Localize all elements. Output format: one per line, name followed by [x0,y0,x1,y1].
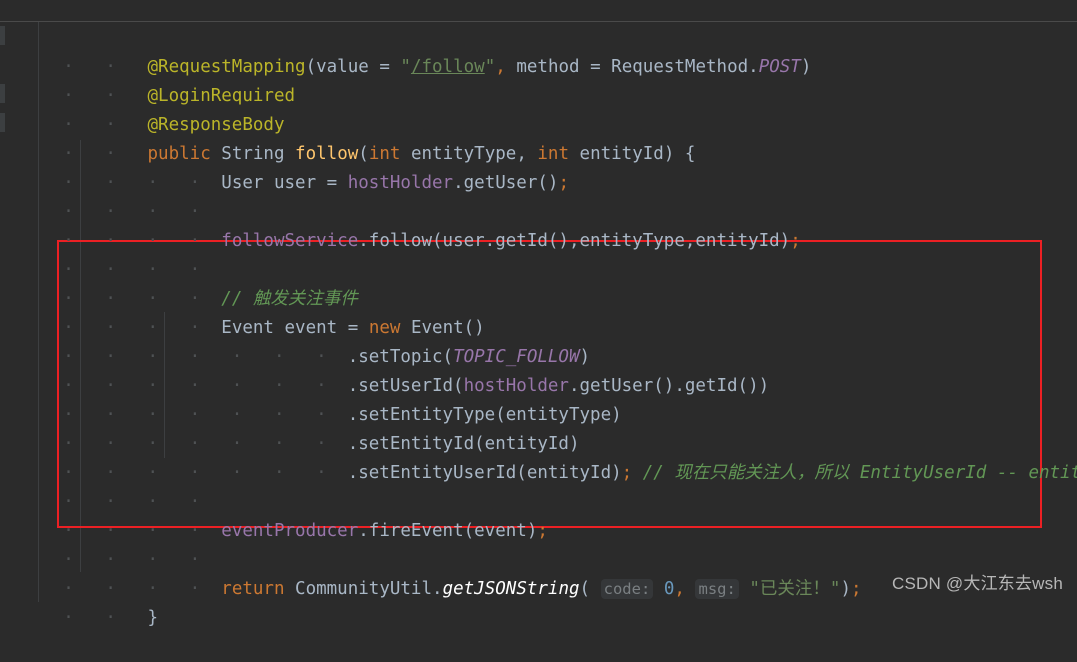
quote-close: " [484,57,496,77]
code-line-17[interactable]: · · · · eventProducer.fireEvent(event); [0,488,548,541]
comment-entityuserid-note: // 现在只能关注人，所以 EntityUserId -- entityId [642,463,1077,483]
code-line-19[interactable]: · · · · return CommunityUtil.getJSONStri… [0,546,862,599]
code-line-9[interactable]: · · · · // 触发关注事件 [0,256,358,309]
code-line-6[interactable]: · · · · [0,169,221,222]
call-fireevent: .fireEvent(event) [358,521,538,541]
semicolon: ; [537,521,548,541]
indent-dots: · · [42,608,148,628]
dot-accessor: . [748,57,759,77]
type-user: User [221,173,264,193]
quote-open: " [400,57,411,77]
code-editor-viewport: · · @RequestMapping(value = "/follow", m… [0,0,1077,628]
brace-close: } [147,608,159,628]
paren-close: ) [663,144,675,164]
quote-open: " [749,579,760,599]
semicolon: ; [851,579,862,599]
dot-accessor: . [432,579,443,599]
code-line-2[interactable]: · · @LoginRequired [0,53,295,106]
code-line-14[interactable]: · · · · · · · .setEntityId(entityId) [0,401,579,454]
field-hostholder: hostHolder [347,173,454,193]
equals: = [326,173,348,193]
param-hint-code[interactable]: code: [600,579,654,599]
var-user: user [263,173,327,193]
number-zero: 0 [663,579,675,599]
code-line-16[interactable]: · · · · [0,459,221,512]
equals-1: = [368,57,401,77]
quote-close: " [829,579,841,599]
param-method-key: method [516,57,580,77]
class-requestmethod: RequestMethod [611,57,749,77]
code-line-11[interactable]: · · · · · · · .setTopic(TOPIC_FOLLOW) [0,314,590,367]
comma-separator: , [674,579,685,599]
paren-open: ( [305,57,317,77]
equals-2: = [579,57,612,77]
call-setentityuserid: .setEntityUserId(entityId) [347,463,622,483]
paren-close: ) [840,579,851,599]
sticky-header-divider [0,21,1077,22]
semicolon: ; [558,173,569,193]
code-line-18[interactable]: · · · · [0,517,221,570]
code-line-7[interactable]: · · · · followService.follow(user.getId(… [0,198,801,251]
code-line-8[interactable]: · · · · [0,227,221,280]
code-line-20[interactable]: · · } [0,575,158,628]
code-line-13[interactable]: · · · · · · · .setEntityType(entityType) [0,372,621,425]
call-follow: .follow(user.getId(),entityType,entityId… [358,231,791,251]
param-hint-msg[interactable]: msg: [695,579,739,599]
code-line-10[interactable]: · · · · Event event = new Event() [0,285,485,338]
param-value-key: value [316,57,369,77]
const-post: POST [758,57,801,77]
comma-separator: , [495,57,517,77]
param-entityid: entityId [569,144,664,164]
code-line-1[interactable]: · · @RequestMapping(value = "/follow", m… [0,24,811,77]
semicolon: ; [790,231,801,251]
field-followservice: followService [221,231,359,251]
code-line-12[interactable]: · · · · · · · .setUserId(hostHolder.getU… [0,343,769,396]
brace-open: { [674,144,696,164]
paren-open: ( [579,579,591,599]
string-follow-path[interactable]: /follow [411,57,485,77]
code-line-4[interactable]: · · public String follow(int entityType,… [0,111,695,164]
code-line-15[interactable]: · · · · · · · .setEntityUserId(entityId)… [0,430,1077,483]
paren-close: ) [800,57,812,77]
method-getjsonstring: getJSONString [442,579,580,599]
keyword-return: return [221,579,285,599]
call-getuser: .getUser() [453,173,559,193]
string-already-followed: 已关注！ [759,579,830,599]
semicolon: ; [621,463,633,483]
code-line-3[interactable]: · · @ResponseBody [0,82,284,135]
code-line-5[interactable]: · · · · User user = hostHolder.getUser()… [0,140,569,193]
field-eventproducer: eventProducer [221,521,359,541]
csdn-watermark: CSDN @大江东去wsh [892,574,1063,593]
class-communityutil: CommunityUtil [284,579,433,599]
